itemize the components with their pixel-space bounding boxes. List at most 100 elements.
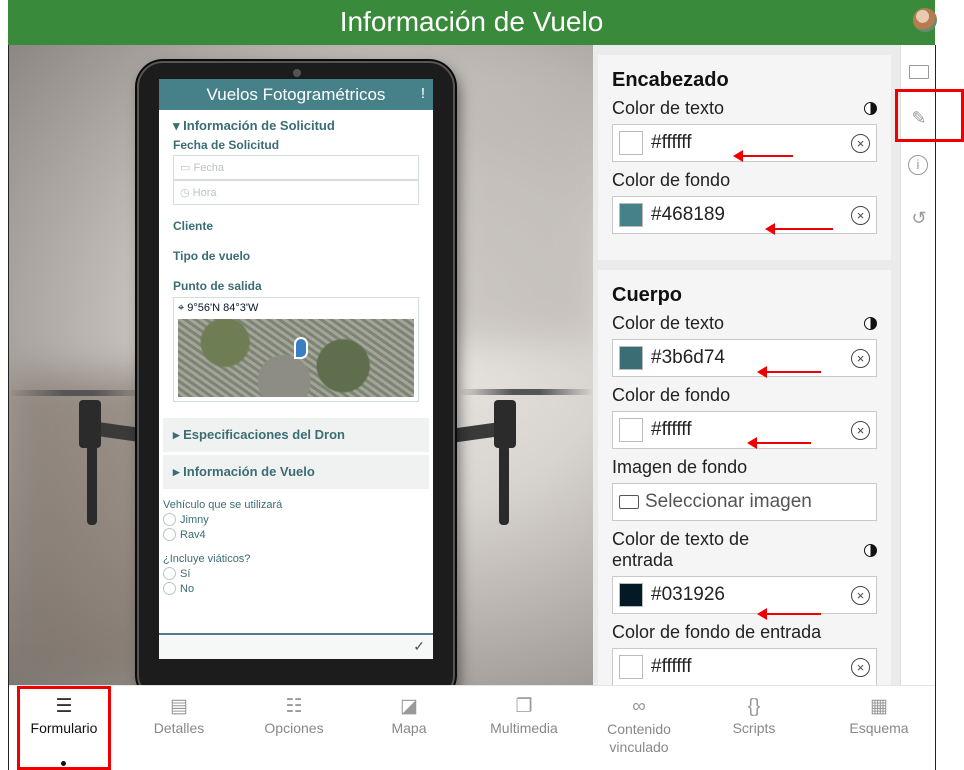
- annotation-arrow: [747, 437, 811, 449]
- drone-propeller: [459, 389, 593, 395]
- color-swatch[interactable]: [619, 583, 643, 607]
- annotation-highlight: [17, 686, 111, 770]
- tab-contenido-vinculado[interactable]: ∞ Contenido vinculado: [584, 694, 694, 756]
- radio-jimny[interactable]: Jimny: [163, 513, 419, 526]
- contrast-icon[interactable]: [864, 317, 877, 330]
- hex-value: #ffffff: [651, 656, 692, 677]
- app-title: Información de Vuelo: [339, 6, 604, 37]
- bottom-tab-bar: ☰ Formulario ▤ Detalles ☷ Opciones ◪ Map…: [9, 685, 935, 770]
- header-bg-color-row: Color de fondo: [612, 170, 731, 190]
- body-text-color-input[interactable]: #3b6d74 ×: [612, 339, 877, 377]
- time-field[interactable]: ◷ Hora: [173, 180, 419, 205]
- undo-icon[interactable]: ↺: [908, 207, 930, 229]
- input-bg-color-input[interactable]: #ffffff ×: [612, 648, 877, 685]
- map-card[interactable]: ⌖ 9°56'N 84°3'W: [173, 297, 419, 402]
- clear-icon[interactable]: ×: [851, 133, 870, 153]
- form-body: ▾ Información de Solicitud Fecha de Soli…: [159, 110, 433, 595]
- section-solicitud[interactable]: ▾ Información de Solicitud: [173, 118, 419, 134]
- punto-salida-label: Punto de salida: [173, 279, 262, 293]
- drone-leg: [87, 445, 97, 525]
- app-header: Información de Vuelo: [8, 0, 937, 45]
- calendar-icon: ▭: [180, 162, 191, 174]
- drone-motor: [494, 400, 516, 448]
- input-text-color-row: Color de texto de entrada: [612, 529, 877, 571]
- radio-circle: [163, 528, 176, 541]
- cuerpo-title: Cuerpo: [612, 284, 682, 306]
- annotation-arrow: [733, 150, 793, 162]
- bg-image-row: Imagen de fondo: [612, 457, 748, 477]
- color-swatch[interactable]: [619, 418, 643, 442]
- vehiculo-label: Vehículo que se utilizará: [163, 499, 283, 511]
- body-text-color-row: Color de texto: [612, 313, 877, 334]
- radio-si[interactable]: Sí: [163, 567, 419, 580]
- info-icon[interactable]: i: [908, 155, 930, 177]
- user-avatar[interactable]: [913, 8, 937, 32]
- link-icon: ∞: [632, 696, 646, 717]
- drone-propeller: [9, 390, 149, 396]
- coordinates-text: ⌖ 9°56'N 84°3'W: [178, 302, 259, 314]
- clock-icon: ◷: [180, 187, 190, 199]
- preview-device-icon[interactable]: [908, 61, 930, 83]
- section-vuelo[interactable]: ▸ Información de Vuelo: [163, 455, 429, 489]
- clear-icon[interactable]: ×: [851, 420, 870, 440]
- body-bg-color-input[interactable]: #ffffff ×: [612, 411, 877, 449]
- date-field[interactable]: ▭ Fecha: [173, 155, 419, 180]
- encabezado-title: Encabezado: [612, 69, 729, 91]
- tab-multimedia[interactable]: ❐ Multimedia: [469, 694, 579, 736]
- annotation-arrow: [765, 223, 833, 235]
- fecha-solicitud-label: Fecha de Solicitud: [173, 138, 280, 152]
- header-bg-color-input[interactable]: #468189 ×: [612, 196, 877, 234]
- section-dron[interactable]: ▸ Especificaciones del Dron: [163, 418, 429, 452]
- color-swatch[interactable]: [619, 131, 643, 155]
- encabezado-card: Encabezado Color de texto #ffffff × Colo…: [598, 55, 891, 260]
- tab-opciones[interactable]: ☷ Opciones: [239, 694, 349, 736]
- multimedia-icon: ❐: [515, 696, 533, 717]
- phone-camera: [293, 69, 301, 77]
- phone-screen: Vuelos Fotogramétricos ! ▾ Información d…: [159, 79, 433, 659]
- style-panel: Encabezado Color de texto #ffffff × Colo…: [593, 45, 900, 685]
- form-preview-stage: Vuelos Fotogramétricos ! ▾ Información d…: [9, 45, 593, 685]
- tab-scripts[interactable]: {} Scripts: [699, 694, 809, 736]
- color-swatch[interactable]: [619, 203, 643, 227]
- tab-esquema[interactable]: ▦ Esquema: [824, 694, 934, 736]
- map-icon: ◪: [400, 696, 418, 717]
- clear-icon[interactable]: ×: [851, 205, 870, 225]
- input-bg-color-row: Color de fondo de entrada: [612, 622, 822, 642]
- folder-icon: [619, 495, 639, 509]
- tab-mapa[interactable]: ◪ Mapa: [354, 694, 464, 736]
- scripts-icon: {}: [747, 696, 761, 717]
- cuerpo-card: Cuerpo Color de texto #3b6d74 × Color de…: [598, 270, 891, 685]
- contrast-icon[interactable]: [864, 543, 877, 557]
- submit-check-icon[interactable]: ✓: [413, 638, 425, 655]
- drone-motor: [79, 400, 101, 448]
- annotation-arrow: [757, 366, 821, 378]
- annotation-arrow: [757, 608, 821, 620]
- radio-circle: [163, 567, 176, 580]
- contrast-icon[interactable]: [864, 102, 877, 115]
- body-bg-color-row: Color de fondo: [612, 385, 731, 405]
- color-swatch[interactable]: [619, 346, 643, 370]
- clear-icon[interactable]: ×: [851, 348, 870, 368]
- input-text-color-input[interactable]: #031926 ×: [612, 576, 877, 614]
- details-icon: ▤: [170, 696, 188, 717]
- hex-value: #ffffff: [651, 132, 692, 153]
- header-text-color-row: Color de texto: [612, 98, 877, 119]
- annotation-highlight: [895, 89, 964, 142]
- options-icon: ☷: [285, 696, 303, 717]
- map-pin-icon: [294, 337, 308, 359]
- clear-icon[interactable]: ×: [851, 657, 870, 677]
- clear-icon[interactable]: ×: [851, 585, 870, 605]
- radio-rav4[interactable]: Rav4: [163, 528, 419, 541]
- tab-detalles[interactable]: ▤ Detalles: [124, 694, 234, 736]
- color-swatch[interactable]: [619, 655, 643, 679]
- satellite-map[interactable]: [178, 319, 414, 397]
- radio-circle: [163, 582, 176, 595]
- select-image-button[interactable]: Seleccionar imagen: [612, 483, 877, 521]
- tipo-vuelo-label: Tipo de vuelo: [173, 249, 251, 263]
- radio-no[interactable]: No: [163, 582, 419, 595]
- form-header: Vuelos Fotogramétricos !: [159, 79, 433, 110]
- alert-icon[interactable]: !: [421, 85, 425, 102]
- viaticos-label: ¿Incluye viáticos?: [163, 553, 251, 565]
- phone-mockup: Vuelos Fotogramétricos ! ▾ Información d…: [137, 61, 455, 685]
- hex-value: #468189: [651, 204, 725, 225]
